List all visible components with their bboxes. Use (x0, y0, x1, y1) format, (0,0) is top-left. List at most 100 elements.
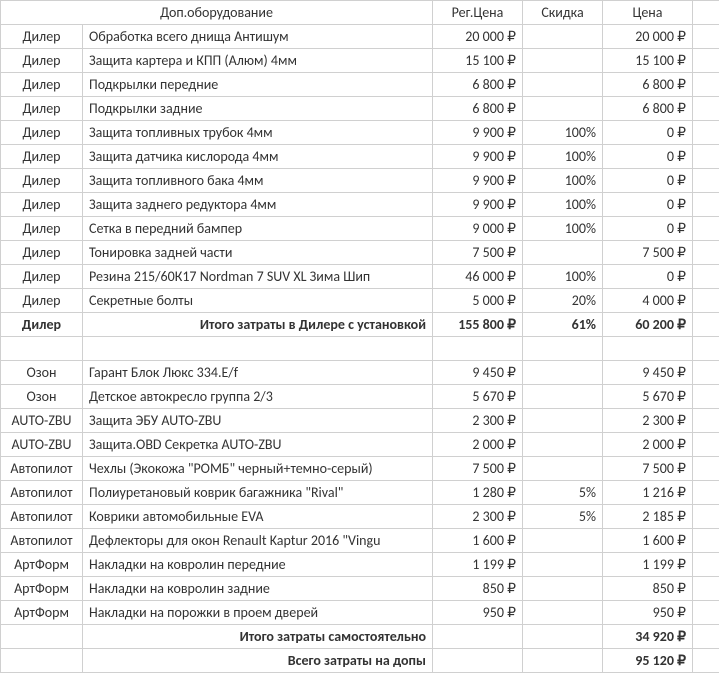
table-row: AUTO-ZBUЗащита.OBD Секретка AUTO-ZBU2 00… (1, 433, 719, 457)
source-cell: Дилер (1, 25, 83, 49)
discount-cell: 100% (523, 145, 603, 169)
source-cell: Дилер (1, 241, 83, 265)
reg-price-cell: 2 300 ₽ (433, 505, 523, 529)
edge-cell (693, 601, 719, 625)
reg-price-cell: 1 600 ₽ (433, 529, 523, 553)
edge-cell (693, 433, 719, 457)
price-cell: 1 216 ₽ (603, 481, 693, 505)
name-cell: Подкрылки передние (83, 73, 433, 97)
table-row: ДилерСекретные болты5 000 ₽20%4 000 ₽ (1, 289, 719, 313)
table-row: АвтопилотКоврики автомобильные EVA2 300 … (1, 505, 719, 529)
discount-cell (523, 241, 603, 265)
reg-price-cell: 9 450 ₽ (433, 361, 523, 385)
dealer-total-row: ДилерИтого затраты в Дилере с установкой… (1, 313, 719, 337)
edge-cell (693, 577, 719, 601)
table-row: ОзонГарант Блок Люкс 334.E/f9 450 ₽9 450… (1, 361, 719, 385)
price-cell: 2 000 ₽ (603, 433, 693, 457)
discount-cell: 20% (523, 289, 603, 313)
table-row: ДилерСетка в передний бампер9 000 ₽100%0… (1, 217, 719, 241)
name-cell: Защита датчика кислорода 4мм (83, 145, 433, 169)
edge-cell (693, 121, 719, 145)
source-cell: АртФорм (1, 553, 83, 577)
price-cell: 850 ₽ (603, 577, 693, 601)
edge-cell (693, 97, 719, 121)
reg-price-cell: 9 000 ₽ (433, 217, 523, 241)
discount-cell (523, 25, 603, 49)
discount-cell (523, 457, 603, 481)
grand-total-row: Всего затраты на допы95 120 ₽ (1, 649, 719, 673)
edge-cell (693, 409, 719, 433)
source-cell: Озон (1, 385, 83, 409)
price-cell: 0 ₽ (603, 145, 693, 169)
reg-price-cell: 9 900 ₽ (433, 145, 523, 169)
reg-price-cell: 9 900 ₽ (433, 121, 523, 145)
edge-cell (693, 289, 719, 313)
discount-cell: 5% (523, 481, 603, 505)
reg-price-cell: 46 000 ₽ (433, 265, 523, 289)
discount-cell: 100% (523, 169, 603, 193)
reg-price-cell: 15 100 ₽ (433, 49, 523, 73)
source-cell: Дилер (1, 121, 83, 145)
price-cell: 0 ₽ (603, 121, 693, 145)
source-cell: Автопилот (1, 505, 83, 529)
header-discount: Скидка (523, 1, 603, 25)
table-row: ДилерЗащита датчика кислорода 4мм9 900 ₽… (1, 145, 719, 169)
price-cell: 950 ₽ (603, 601, 693, 625)
table-row: ДилерЗащита топливных трубок 4мм9 900 ₽1… (1, 121, 719, 145)
discount-cell (523, 529, 603, 553)
price-cell: 7 500 ₽ (603, 457, 693, 481)
edge-cell (693, 553, 719, 577)
table-row: ДилерЗащита топливного бака 4мм9 900 ₽10… (1, 169, 719, 193)
table-row: ДилерОбработка всего днища Антишум20 000… (1, 25, 719, 49)
discount-cell: 61% (523, 313, 603, 337)
price-cell: 95 120 ₽ (603, 649, 693, 673)
name-cell: Подкрылки задние (83, 97, 433, 121)
edge-cell (693, 145, 719, 169)
price-cell: 34 920 ₽ (603, 625, 693, 649)
edge-cell (693, 265, 719, 289)
name-cell: Сетка в передний бампер (83, 217, 433, 241)
price-cell: 15 100 ₽ (603, 49, 693, 73)
table-row: АвтопилотЧехлы (Экокожа "РОМБ" черный+те… (1, 457, 719, 481)
discount-cell (523, 385, 603, 409)
header-price: Цена (603, 1, 693, 25)
price-cell: 2 300 ₽ (603, 409, 693, 433)
source-cell: Дилер (1, 49, 83, 73)
price-cell: 20 000 ₽ (603, 25, 693, 49)
edge-cell (693, 169, 719, 193)
source-cell: Дилер (1, 169, 83, 193)
source-cell: Дилер (1, 97, 83, 121)
name-cell: Защита заднего редуктора 4мм (83, 193, 433, 217)
source-cell: Дилер (1, 145, 83, 169)
name-cell: Резина 215/60К17 Nordman 7 SUV XL Зима Ш… (83, 265, 433, 289)
source-cell: Автопилот (1, 481, 83, 505)
source-cell: Дилер (1, 289, 83, 313)
equipment-table: Доп.оборудование Рег.Цена Скидка Цена Ди… (0, 0, 719, 673)
table-row: ДилерТонировка задней части7 500 ₽7 500 … (1, 241, 719, 265)
name-cell: Чехлы (Экокожа "РОМБ" черный+темно-серый… (83, 457, 433, 481)
discount-cell (523, 433, 603, 457)
source-cell: Дилер (1, 265, 83, 289)
edge-cell (693, 529, 719, 553)
edge-cell (693, 361, 719, 385)
name-cell: Итого затраты самостоятельно (83, 625, 433, 649)
discount-cell (523, 601, 603, 625)
spacer-row (1, 337, 719, 361)
edge-cell (693, 25, 719, 49)
source-cell: Дилер (1, 193, 83, 217)
reg-price-cell: 5 000 ₽ (433, 289, 523, 313)
price-cell: 6 800 ₽ (603, 73, 693, 97)
source-cell: Озон (1, 361, 83, 385)
discount-cell: 100% (523, 121, 603, 145)
edge-cell (693, 73, 719, 97)
edge-cell (693, 193, 719, 217)
reg-price-cell: 5 670 ₽ (433, 385, 523, 409)
table-row: ДилерПодкрылки задние6 800 ₽6 800 ₽ (1, 97, 719, 121)
price-cell: 0 ₽ (603, 193, 693, 217)
reg-price-cell: 9 900 ₽ (433, 169, 523, 193)
price-cell: 9 450 ₽ (603, 361, 693, 385)
table-row: АвтопилотПолиуретановый коврик багажника… (1, 481, 719, 505)
price-cell: 0 ₽ (603, 265, 693, 289)
price-cell: 60 200 ₽ (603, 313, 693, 337)
edge-cell (693, 217, 719, 241)
